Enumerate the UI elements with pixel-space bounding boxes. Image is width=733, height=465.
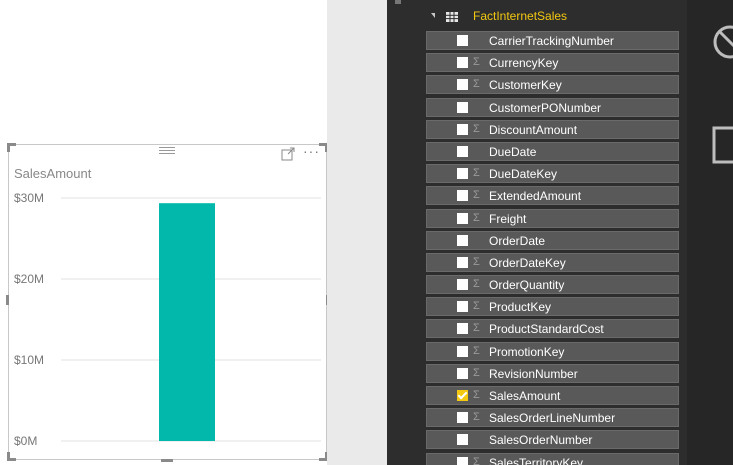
- sigma-icon: Σ: [473, 167, 480, 180]
- sigma-icon: Σ: [473, 56, 480, 69]
- report-canvas: ··· SalesAmount $0M $10M $20M $30M: [0, 0, 329, 465]
- field-checkbox[interactable]: [457, 301, 468, 313]
- field-checkbox[interactable]: [457, 256, 468, 268]
- expand-arrow-icon[interactable]: [431, 13, 435, 18]
- column-chart-visual[interactable]: ··· SalesAmount $0M $10M $20M $30M: [6, 143, 329, 462]
- sigma-icon: Σ: [473, 78, 480, 91]
- field-name: DueDateKey: [489, 167, 558, 182]
- field-checkbox[interactable]: [457, 412, 468, 424]
- field-checkbox[interactable]: [457, 35, 468, 46]
- table-icon: [446, 12, 458, 22]
- field-checkbox[interactable]: [457, 234, 468, 246]
- field-checkbox[interactable]: [457, 390, 468, 401]
- field-item[interactable]: Σ OrderDateKey: [426, 252, 679, 272]
- field-name: DiscountAmount: [489, 122, 578, 137]
- field-name: OrderQuantity: [489, 278, 565, 293]
- field-item[interactable]: Σ CustomerKey: [426, 75, 679, 95]
- canvas-background: [327, 0, 387, 465]
- chart-area: $0M $10M $20M $30M: [14, 191, 321, 448]
- field-name: CustomerPONumber: [489, 100, 602, 115]
- field-item[interactable]: Σ OrderQuantity: [426, 275, 679, 295]
- y-tick-label: $30M: [14, 191, 44, 205]
- field-name: OrderDate: [489, 233, 546, 248]
- field-item[interactable]: DueDate: [426, 141, 679, 161]
- field-item[interactable]: SalesOrderNumber: [426, 430, 679, 450]
- sigma-icon: Σ: [473, 278, 480, 291]
- field-checkbox[interactable]: [457, 101, 468, 113]
- table-name: FactInternetSales: [473, 9, 568, 23]
- sigma-icon: Σ: [473, 344, 480, 357]
- sigma-icon: Σ: [473, 366, 480, 379]
- field-list: CarrierTrackingNumber Σ CurrencyKey Σ Custom…: [426, 31, 679, 465]
- field-name: RevisionNumber: [489, 366, 578, 381]
- field-checkbox[interactable]: [457, 279, 468, 291]
- field-checkbox[interactable]: [457, 190, 468, 202]
- field-item[interactable]: Σ SalesAmount: [426, 386, 679, 405]
- y-tick-label: $0M: [14, 434, 37, 448]
- resize-handle-bottom[interactable]: [161, 459, 173, 462]
- field-checkbox[interactable]: [457, 57, 468, 69]
- y-tick-label: $10M: [14, 353, 44, 367]
- field-item[interactable]: CarrierTrackingNumber: [426, 31, 679, 50]
- visualizations-strip: [687, 0, 733, 465]
- field-item[interactable]: CustomerPONumber: [426, 97, 679, 117]
- field-name: CustomerKey: [489, 78, 562, 93]
- field-item[interactable]: Σ ProductStandardCost: [426, 319, 679, 339]
- sigma-icon: Σ: [473, 122, 480, 135]
- field-name: ProductStandardCost: [489, 322, 604, 337]
- field-name: Freight: [489, 211, 527, 226]
- field-name: OrderDateKey: [489, 255, 566, 270]
- field-item[interactable]: Σ SalesOrderLineNumber: [426, 408, 679, 428]
- field-checkbox[interactable]: [457, 145, 468, 157]
- field-name: DueDate: [489, 144, 537, 159]
- field-name: ExtendedAmount: [489, 189, 582, 204]
- field-name: ProductKey: [489, 300, 552, 315]
- field-item[interactable]: Σ ExtendedAmount: [426, 186, 679, 206]
- field-item[interactable]: Σ RevisionNumber: [426, 363, 679, 383]
- field-name: CurrencyKey: [489, 56, 559, 71]
- field-checkbox[interactable]: [457, 79, 468, 91]
- field-checkbox[interactable]: [457, 345, 468, 357]
- no-data-icon[interactable]: [712, 24, 733, 60]
- fields-panel: FactInternetSales CarrierTrackingNumber Σ…: [387, 0, 687, 465]
- field-name: SalesOrderLineNumber: [489, 411, 616, 426]
- sigma-icon: Σ: [473, 322, 480, 335]
- field-checkbox[interactable]: [457, 456, 468, 465]
- field-checkbox[interactable]: [457, 367, 468, 379]
- field-item[interactable]: Σ PromotionKey: [426, 341, 679, 361]
- field-checkbox[interactable]: [457, 323, 468, 335]
- field-item[interactable]: Σ SalesTerritoryKey: [426, 452, 679, 465]
- sigma-icon: Σ: [473, 455, 480, 465]
- field-name: SalesTerritoryKey: [489, 455, 584, 465]
- field-item[interactable]: Σ CurrencyKey: [426, 53, 679, 73]
- sigma-icon: Σ: [473, 211, 480, 224]
- field-item[interactable]: Σ ProductKey: [426, 297, 679, 317]
- y-tick-label: $20M: [14, 272, 44, 286]
- bar[interactable]: [159, 203, 215, 441]
- field-item[interactable]: OrderDate: [426, 230, 679, 250]
- field-item[interactable]: Σ Freight: [426, 208, 679, 228]
- field-checkbox[interactable]: [457, 434, 468, 446]
- sigma-icon: Σ: [473, 389, 480, 401]
- field-item[interactable]: Σ DueDateKey: [426, 164, 679, 184]
- page-icon[interactable]: [712, 126, 733, 166]
- field-name: CarrierTrackingNumber: [489, 34, 614, 48]
- field-name: SalesAmount: [489, 389, 561, 403]
- sigma-icon: Σ: [473, 300, 480, 313]
- field-name: PromotionKey: [489, 344, 565, 359]
- sigma-icon: Σ: [473, 255, 480, 268]
- table-header[interactable]: FactInternetSales: [387, 4, 687, 28]
- field-checkbox[interactable]: [457, 212, 468, 224]
- field-item[interactable]: Σ DiscountAmount: [426, 119, 679, 139]
- field-name: SalesOrderNumber: [489, 433, 593, 448]
- sigma-icon: Σ: [473, 411, 480, 424]
- field-checkbox[interactable]: [457, 123, 468, 135]
- sigma-icon: Σ: [473, 189, 480, 202]
- field-checkbox[interactable]: [457, 168, 468, 180]
